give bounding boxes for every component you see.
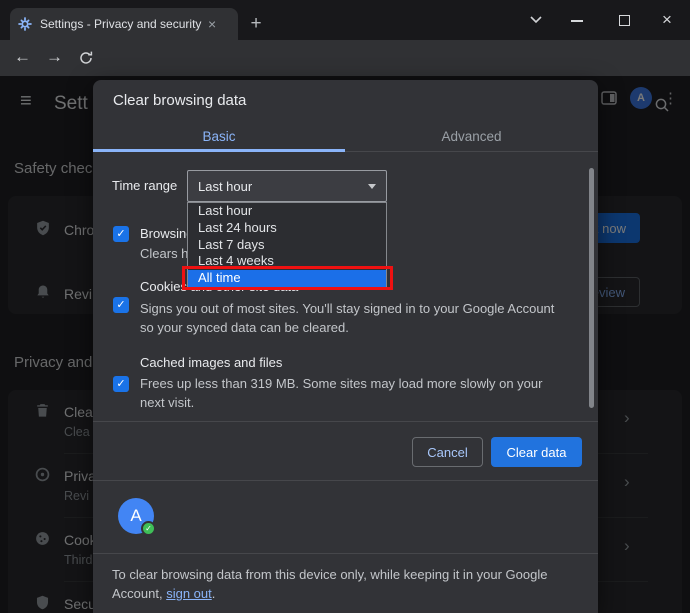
tab-basic-label: Basic (202, 129, 235, 144)
clear-data-label: Clear data (507, 445, 567, 460)
forward-icon[interactable]: → (46, 47, 63, 67)
footer-line2-suffix: . (212, 586, 216, 601)
time-range-label: Time range (112, 178, 177, 193)
footer-line2-prefix: Account, (112, 586, 166, 601)
cached-images-checkbox[interactable]: ✓ (113, 376, 129, 392)
cached-desc-line1: Frees up less than 319 MB. Some sites ma… (140, 374, 542, 393)
content-divider (93, 421, 598, 422)
dialog-scrollbar-thumb[interactable] (589, 168, 594, 408)
cancel-button[interactable]: Cancel (412, 437, 483, 467)
annotation-highlight-box (182, 266, 393, 290)
tab-close-icon[interactable]: × (208, 16, 216, 32)
reload-icon[interactable] (78, 50, 94, 66)
cookies-desc-line2: so your synced data can be cleared. (140, 318, 349, 337)
titlebar: Settings - Privacy and security × + × (0, 0, 690, 40)
select-caret-icon (368, 184, 376, 189)
sign-out-link[interactable]: sign out (166, 586, 212, 601)
tab-advanced-label: Advanced (441, 129, 501, 144)
new-tab-button[interactable]: + (246, 14, 266, 34)
cached-images-label: Cached images and files (140, 355, 282, 370)
browser-tab[interactable]: Settings - Privacy and security × (10, 8, 238, 40)
browser-toolbar: ← → Chrome chrome://settings/clearBrowse… (0, 40, 690, 76)
browser-window: Settings - Privacy and security × + × ← … (0, 0, 690, 613)
buttons-divider (93, 480, 598, 481)
tab-basic[interactable]: Basic (93, 120, 345, 152)
cancel-label: Cancel (427, 445, 467, 460)
check-icon: ✓ (116, 299, 125, 311)
sync-ok-badge-icon: ✓ (141, 521, 156, 536)
dialog-title: Clear browsing data (113, 92, 246, 109)
menu-option-last-hour[interactable]: Last hour (188, 203, 386, 220)
check-icon: ✓ (116, 378, 125, 390)
back-icon[interactable]: ← (14, 47, 31, 67)
browsing-history-checkbox[interactable]: ✓ (113, 226, 129, 242)
maximize-button[interactable] (619, 15, 630, 26)
footer-line2: Account, sign out. (112, 584, 215, 603)
cookies-desc-line1: Signs you out of most sites. You'll stay… (140, 299, 554, 318)
badge-check-icon: ✓ (145, 524, 152, 533)
minimize-button[interactable] (571, 20, 583, 22)
time-range-value: Last hour (198, 179, 252, 194)
clear-browsing-data-dialog: Clear browsing data Basic Advanced ✓ Bro… (93, 80, 598, 613)
cached-desc-line2: next visit. (140, 393, 194, 412)
window-close-button[interactable]: × (662, 10, 672, 30)
footer-line1: To clear browsing data from this device … (112, 565, 547, 584)
cookies-checkbox[interactable]: ✓ (113, 297, 129, 313)
tab-advanced[interactable]: Advanced (345, 120, 598, 152)
tab-search-chevron-icon[interactable] (530, 16, 542, 24)
time-range-select[interactable]: Last hour (187, 170, 387, 202)
tab-title: Settings - Privacy and security (40, 17, 204, 31)
clear-data-button[interactable]: Clear data (491, 437, 582, 467)
check-icon: ✓ (116, 228, 125, 240)
menu-option-last-7-days[interactable]: Last 7 days (188, 237, 386, 254)
menu-option-last-24-hours[interactable]: Last 24 hours (188, 220, 386, 237)
settings-gear-favicon-icon (18, 17, 32, 31)
footer-divider (93, 553, 598, 554)
active-tab-underline (93, 149, 345, 152)
